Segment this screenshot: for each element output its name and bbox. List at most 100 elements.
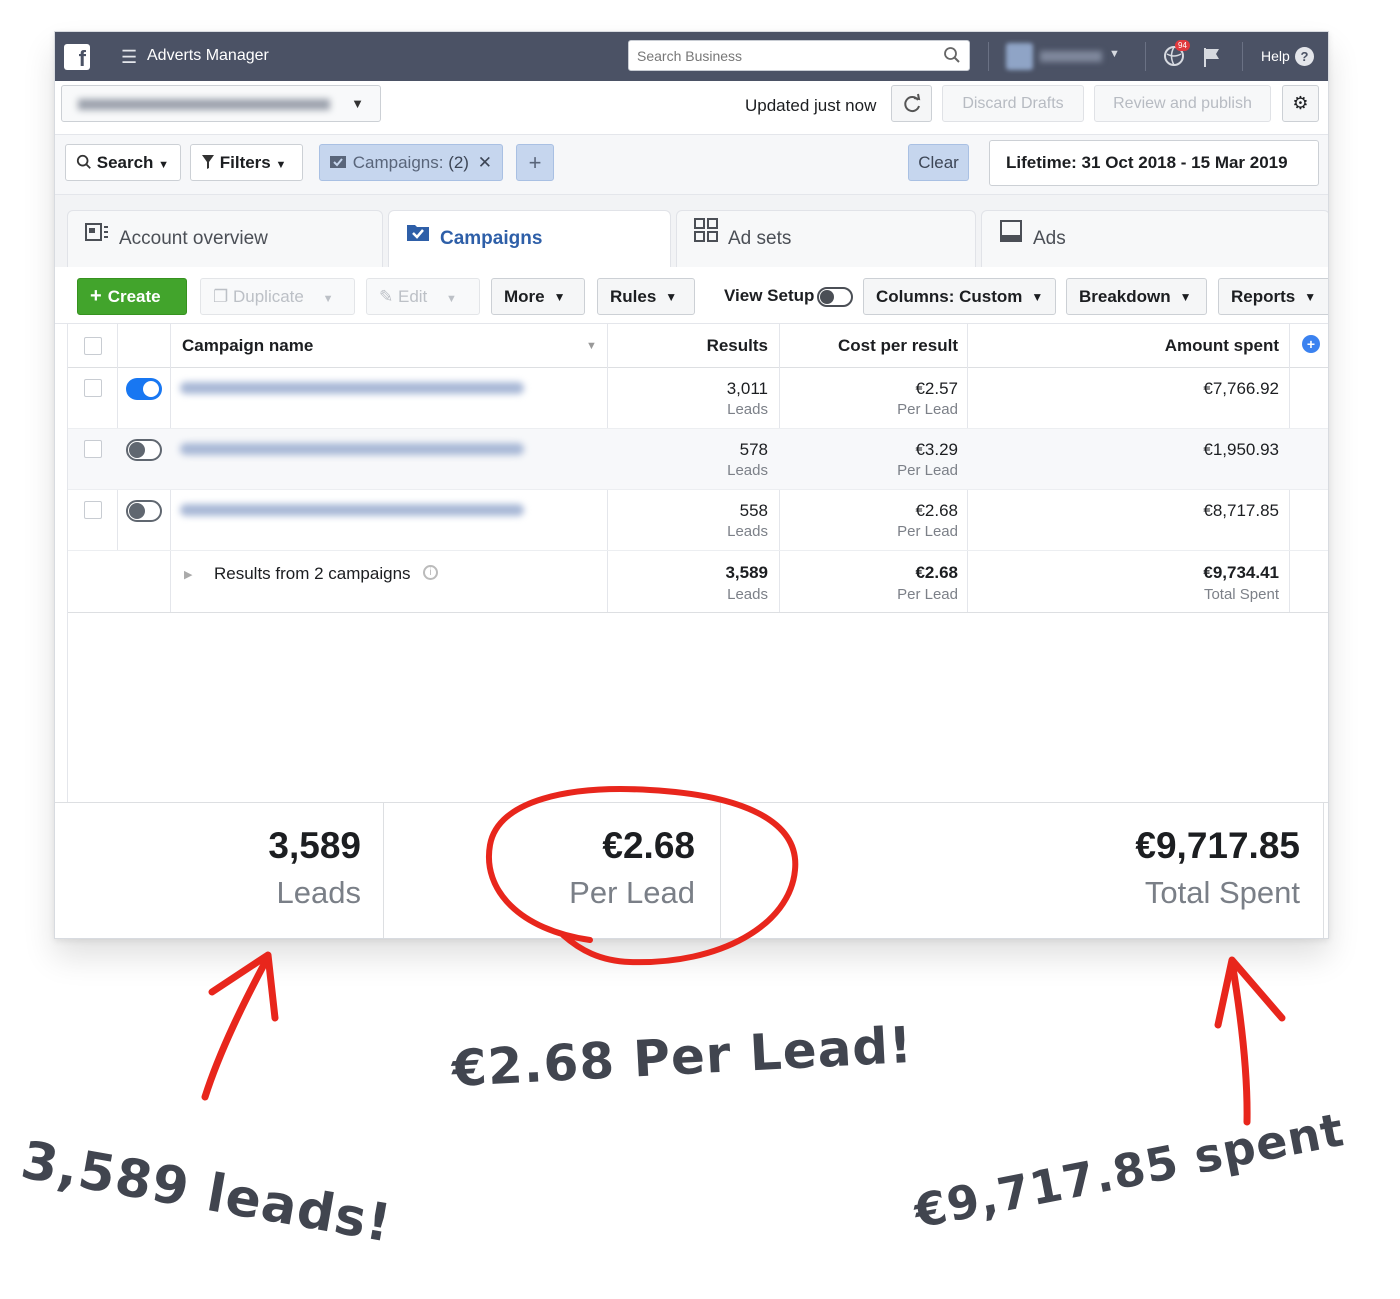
column-header-campaign-name[interactable]: Campaign name	[182, 324, 313, 368]
edit-button-label: Edit	[397, 287, 428, 306]
help-question-icon[interactable]: ?	[1295, 47, 1314, 66]
close-icon[interactable]: ✕	[478, 153, 492, 172]
table-row[interactable]: 3,011 Leads €2.57 Per Lead €7,766.92	[68, 368, 1328, 429]
add-column-icon[interactable]: +	[1302, 335, 1320, 353]
app-title[interactable]: Adverts Manager	[147, 47, 269, 65]
rules-label: Rules	[610, 287, 657, 306]
search-dropdown[interactable]: Search ▼	[65, 144, 181, 181]
row-checkbox[interactable]	[84, 440, 102, 458]
divider	[383, 803, 384, 938]
select-all-checkbox[interactable]	[84, 337, 102, 355]
campaign-on-off-toggle[interactable]	[126, 439, 162, 461]
sort-caret-icon[interactable]: ▼	[586, 324, 597, 368]
table-row[interactable]: 578 Leads €3.29 Per Lead €1,950.93	[68, 429, 1328, 490]
chevron-down-icon: ▼	[322, 293, 334, 305]
tab-ad-sets[interactable]: Ad sets	[676, 210, 976, 267]
blurred-account-name	[1040, 51, 1102, 62]
blurred-campaign-name[interactable]	[180, 382, 524, 394]
level-tabs: Account overview Campaigns Ad sets Ads	[55, 195, 1328, 268]
table-row[interactable]: 558 Leads €2.68 Per Lead €8,717.85	[68, 490, 1328, 551]
results-value: 558	[739, 501, 768, 520]
divider	[1242, 42, 1243, 71]
hamburger-menu-icon[interactable]: ☰	[121, 47, 137, 68]
adverts-manager-window: f ☰ Adverts Manager ▼ 94 Help ? ▼ Update…	[54, 31, 1329, 939]
create-button[interactable]: + Create	[77, 278, 187, 315]
business-search-input[interactable]	[629, 41, 929, 70]
amount-spent-value: €8,717.85	[1203, 501, 1279, 520]
duplicate-button[interactable]: ❐ Duplicate ▼	[200, 278, 355, 315]
business-search-box[interactable]	[628, 40, 970, 71]
search-icon[interactable]	[943, 46, 961, 64]
view-setup-label: View Setup	[724, 286, 815, 305]
facebook-logo-icon[interactable]: f	[64, 44, 90, 70]
chevron-down-icon: ▼	[275, 159, 287, 171]
results-unit: Leads	[727, 462, 768, 479]
reports-dropdown[interactable]: Reports ▼	[1218, 278, 1328, 315]
row-checkbox[interactable]	[84, 379, 102, 397]
breakdown-dropdown[interactable]: Breakdown ▼	[1066, 278, 1207, 315]
expand-caret-icon[interactable]: ▶	[184, 568, 192, 581]
tab-label: Campaigns	[440, 228, 543, 250]
totals-label: Results from 2 campaigns	[214, 564, 411, 583]
filters-dropdown[interactable]: Filters ▼	[190, 144, 303, 181]
blurred-campaign-name[interactable]	[180, 504, 524, 516]
ad-sets-grid-icon	[694, 209, 718, 265]
divider	[988, 42, 989, 71]
spent-handwritten-note: €9,717.85 spent	[909, 1102, 1349, 1239]
tab-campaigns[interactable]: Campaigns	[388, 210, 671, 268]
columns-dropdown[interactable]: Columns: Custom ▼	[863, 278, 1056, 315]
divider	[720, 803, 721, 938]
add-filter-button[interactable]: +	[516, 144, 554, 181]
cost-unit: Per Lead	[897, 462, 958, 479]
column-header-amount-spent[interactable]: Amount spent	[968, 324, 1279, 368]
more-label: More	[504, 287, 545, 306]
review-and-publish-button[interactable]: Review and publish	[1094, 85, 1271, 122]
user-account-switcher[interactable]: ▼	[1006, 43, 1120, 70]
campaign-on-off-toggle[interactable]	[126, 500, 162, 522]
discard-drafts-button[interactable]: Discard Drafts	[942, 85, 1084, 122]
amount-spent-value: €1,950.93	[1203, 440, 1279, 459]
date-range-picker[interactable]: Lifetime: 31 Oct 2018 - 15 Mar 2019 ▼	[989, 140, 1319, 215]
tab-ads[interactable]: Ads	[981, 210, 1328, 267]
chevron-down-icon: ▼	[1179, 290, 1192, 304]
pencil-icon: ✎	[379, 287, 394, 306]
cost-handwritten-note: €2.68 Per Lead!	[450, 1015, 915, 1098]
plus-icon: +	[528, 150, 542, 175]
refresh-button[interactable]	[891, 85, 932, 122]
view-setup-toggle[interactable]	[817, 287, 853, 307]
total-results-value: 3,589	[725, 563, 768, 582]
tab-label: Account overview	[119, 228, 268, 250]
campaign-folder-icon	[330, 156, 346, 168]
last-updated-status: Updated just now	[745, 96, 877, 115]
row-checkbox[interactable]	[84, 501, 102, 519]
tab-account-overview[interactable]: Account overview	[67, 210, 383, 267]
column-header-results[interactable]: Results	[608, 324, 768, 368]
help-link[interactable]: Help	[1261, 48, 1290, 64]
campaigns-chip-label: Campaigns:	[352, 153, 444, 172]
more-dropdown[interactable]: More ▼	[491, 278, 585, 315]
column-header-cost-per-result[interactable]: Cost per result	[780, 324, 958, 368]
edit-button[interactable]: ✎ Edit ▼	[366, 278, 480, 315]
cost-value: €3.29	[915, 440, 958, 459]
blurred-campaign-name[interactable]	[180, 443, 524, 455]
columns-label: Columns: Custom	[876, 287, 1023, 306]
refresh-icon	[903, 93, 920, 113]
top-navigation-bar: f ☰ Adverts Manager ▼ 94 Help ?	[55, 32, 1328, 81]
campaigns-filter-chip[interactable]: Campaigns: (2) ✕	[319, 144, 503, 181]
cost-value: €2.57	[915, 379, 958, 398]
info-icon[interactable]: i	[423, 565, 438, 580]
red-arrow-left-icon	[201, 953, 272, 1101]
rules-dropdown[interactable]: Rules ▼	[597, 278, 695, 315]
funnel-icon	[202, 155, 214, 169]
clear-filters-button[interactable]: Clear	[908, 144, 969, 181]
divider	[1323, 803, 1324, 938]
campaign-on-off-toggle[interactable]	[126, 378, 162, 400]
total-results-unit: Leads	[727, 586, 768, 603]
total-cost-value: €2.68	[915, 563, 958, 582]
divider	[1145, 42, 1146, 71]
ad-account-selector[interactable]: ▼	[61, 85, 381, 122]
chevron-down-icon: ▼	[446, 293, 457, 305]
chevron-down-icon: ▼	[1304, 290, 1317, 304]
flag-icon[interactable]	[1202, 46, 1222, 68]
settings-button[interactable]: ⚙	[1282, 85, 1319, 122]
